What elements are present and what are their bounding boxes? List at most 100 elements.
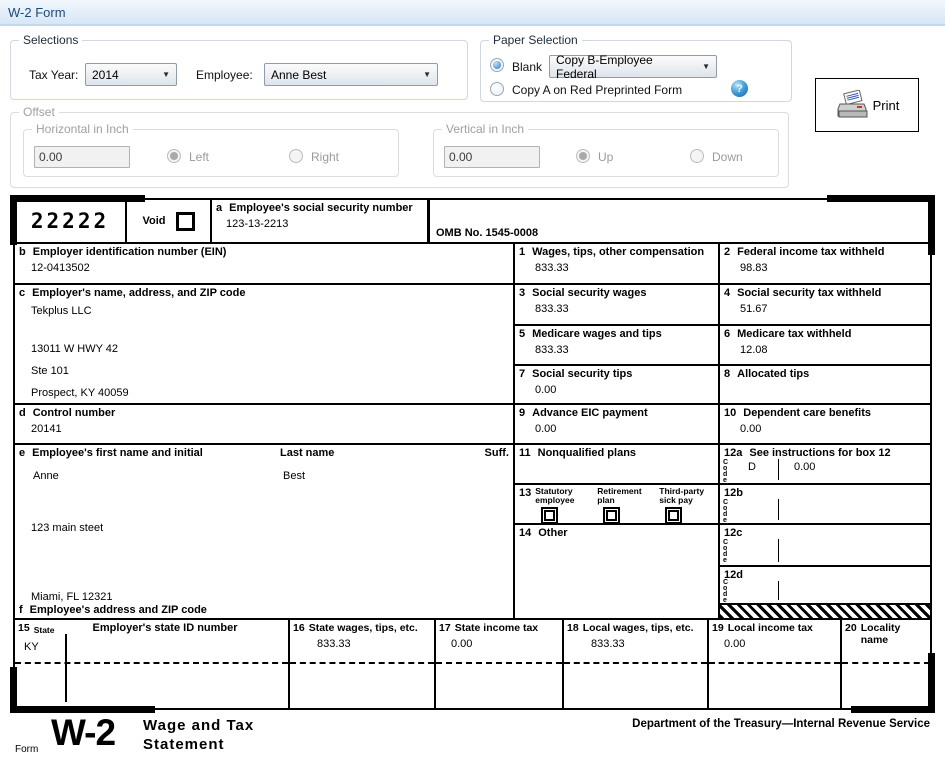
box-6-label: Medicare tax withheld bbox=[737, 328, 852, 341]
tax-year-value: 2014 bbox=[92, 67, 119, 82]
w2-row-control: d Control number 20141 9 Advance EIC payme… bbox=[15, 405, 930, 445]
box-f-label: Employee's address and ZIP code bbox=[29, 604, 207, 616]
vertical-offset-label: Vertical in Inch bbox=[442, 122, 529, 136]
w2-box-12c: 12c Code bbox=[718, 525, 930, 565]
w2-box-12b: 12b Code bbox=[718, 485, 930, 524]
w2-footer: Form W-2 Wage and Tax Statement Departme… bbox=[13, 712, 932, 764]
employer-address-2: Ste 101 bbox=[31, 365, 69, 377]
offset-group: Offset Horizontal in Inch Left Right Ver… bbox=[10, 105, 789, 188]
w2-void-box: Void bbox=[125, 200, 210, 242]
box-2-value: 98.83 bbox=[740, 262, 768, 274]
box-5-number: 5 bbox=[519, 328, 526, 341]
box-7-label: Social security tips bbox=[532, 367, 633, 380]
retirement-plan-label: Retirement plan bbox=[597, 486, 642, 505]
box-19-value: 0.00 bbox=[724, 638, 746, 650]
box-5-value: 833.33 bbox=[535, 344, 569, 357]
paper-selection-group: Paper Selection Blank Copy B-Employee Fe… bbox=[480, 33, 792, 102]
employee-first-name: Anne bbox=[33, 470, 59, 482]
w2-form-preview: 22222 Void a Employee's social security n… bbox=[10, 195, 935, 713]
footer-agency: Department of the Treasury—Internal Reve… bbox=[632, 718, 930, 730]
box-12a-value: 0.00 bbox=[794, 461, 816, 473]
box-7-number: 7 bbox=[519, 367, 526, 380]
w2-box-3: 3 Social security wages 833.33 bbox=[513, 285, 718, 325]
box-14-label: Other bbox=[538, 527, 568, 539]
w2-boxes-3-to-8: 3 Social security wages 833.33 4 Social se… bbox=[513, 285, 930, 403]
box-a-label: Employee's social security number bbox=[229, 202, 413, 214]
help-globe-icon[interactable]: ? bbox=[731, 80, 748, 97]
w2-box-12a: 12a See instructions for box 12 Code D 0.… bbox=[718, 445, 930, 484]
copy-a-radio-label[interactable]: Copy A on Red Preprinted Form bbox=[512, 83, 682, 97]
w2-box-c: c Employer's name, address, and ZIP code … bbox=[15, 285, 513, 403]
ssn-value: 123-13-2213 bbox=[226, 218, 289, 230]
box-12a-code: D bbox=[748, 461, 756, 473]
box-15-id-label: Employer's state ID number bbox=[92, 622, 238, 634]
box-5-label: Medicare wages and tips bbox=[532, 328, 662, 341]
statutory-employee-label: Statutory employee bbox=[535, 486, 575, 505]
box-16-number: 16 bbox=[293, 622, 305, 634]
w2-code-22222: 22222 bbox=[30, 209, 110, 233]
box-4-value: 51.67 bbox=[740, 303, 768, 315]
box-17-value: 0.00 bbox=[451, 638, 473, 650]
omb-number: OMB No. 1545-0008 bbox=[436, 227, 539, 239]
box-b-letter: b bbox=[19, 246, 26, 258]
w2-row-employer: c Employer's name, address, and ZIP code … bbox=[15, 285, 930, 405]
box-12b-code-strip: Code bbox=[723, 499, 729, 524]
box-1-number: 1 bbox=[519, 246, 526, 258]
box-12c-divider bbox=[778, 539, 779, 562]
horizontal-offset-group: Horizontal in Inch Left Right bbox=[23, 122, 399, 177]
copy-type-value: Copy B-Employee Federal bbox=[556, 52, 653, 81]
hatched-area bbox=[718, 603, 930, 618]
box-3-number: 3 bbox=[519, 287, 526, 299]
w2-box-d: d Control number 20141 bbox=[15, 405, 513, 443]
box-12a-label: See instructions for box 12 bbox=[749, 447, 891, 459]
footer-title-line1: Wage and Tax bbox=[143, 717, 255, 734]
print-button-label: Print bbox=[872, 97, 900, 113]
employee-address-1: 123 main steet bbox=[31, 522, 104, 534]
copy-a-radio[interactable] bbox=[490, 82, 504, 96]
box-15-number: 15 bbox=[18, 622, 30, 634]
box-10-label: Dependent care benefits bbox=[743, 407, 872, 419]
down-radio-label: Down bbox=[712, 150, 743, 164]
box-3-value: 833.33 bbox=[535, 303, 569, 315]
w2-box-13: 13 Statutory employee Retirement plan Th… bbox=[513, 485, 718, 524]
tax-year-dropdown[interactable]: 2014 ▼ bbox=[85, 63, 177, 86]
w2-box-1: 1 Wages, tips, other compensation 833.33 bbox=[513, 244, 718, 283]
w2-boxes-11-to-14: 11 Nonqualified plans 12a See instructions… bbox=[513, 445, 930, 618]
vertical-offset-group: Vertical in Inch Up Down bbox=[433, 122, 779, 177]
box-f-letter: f bbox=[19, 604, 23, 616]
state-value: KY bbox=[24, 641, 39, 653]
box-7-value: 0.00 bbox=[535, 383, 557, 396]
third-party-sick-pay-label: Third-party sick pay bbox=[659, 486, 705, 505]
box-15-state-label: State bbox=[33, 625, 55, 635]
footer-form-word: Form bbox=[15, 744, 39, 755]
w2-row-state-local: 15 State Employer's state ID number KY 1… bbox=[15, 620, 930, 708]
print-button[interactable]: Print bbox=[815, 78, 919, 132]
void-label: Void bbox=[142, 215, 166, 227]
box-12a-divider bbox=[778, 459, 779, 480]
footer-form-number: W-2 bbox=[51, 712, 116, 753]
chevron-down-icon: ▼ bbox=[702, 62, 710, 71]
box-9-value: 0.00 bbox=[535, 423, 557, 435]
box-13-number: 13 bbox=[519, 487, 532, 499]
w2-box-18: 18 Local wages, tips, etc. 833.33 bbox=[562, 620, 707, 708]
box-19-label: Local income tax bbox=[727, 622, 813, 634]
blank-radio[interactable] bbox=[490, 58, 504, 72]
w2-box-19: 19 Local income tax 0.00 bbox=[707, 620, 840, 708]
employee-dropdown[interactable]: Anne Best ▼ bbox=[264, 63, 438, 86]
ein-value: 12-0413502 bbox=[31, 262, 90, 274]
offset-group-label: Offset bbox=[19, 105, 59, 119]
box-11-label: Nonqualified plans bbox=[537, 447, 637, 459]
retirement-plan-checkbox bbox=[603, 507, 621, 524]
box-12d-divider bbox=[778, 581, 779, 600]
w2-box-e: e Employee's first name and initial Last … bbox=[15, 445, 513, 618]
blank-radio-label[interactable]: Blank bbox=[512, 60, 542, 74]
box-12b-divider bbox=[778, 499, 779, 520]
w2-box-14: 14 Other bbox=[513, 525, 718, 618]
suffix-label: Suff. bbox=[484, 447, 509, 459]
w2-box-17: 17 State income tax 0.00 bbox=[434, 620, 562, 708]
copy-type-dropdown[interactable]: Copy B-Employee Federal ▼ bbox=[549, 52, 717, 81]
left-radio bbox=[167, 149, 181, 163]
box-8-number: 8 bbox=[724, 367, 731, 380]
void-checkbox bbox=[175, 211, 195, 231]
up-radio-label: Up bbox=[598, 150, 614, 164]
